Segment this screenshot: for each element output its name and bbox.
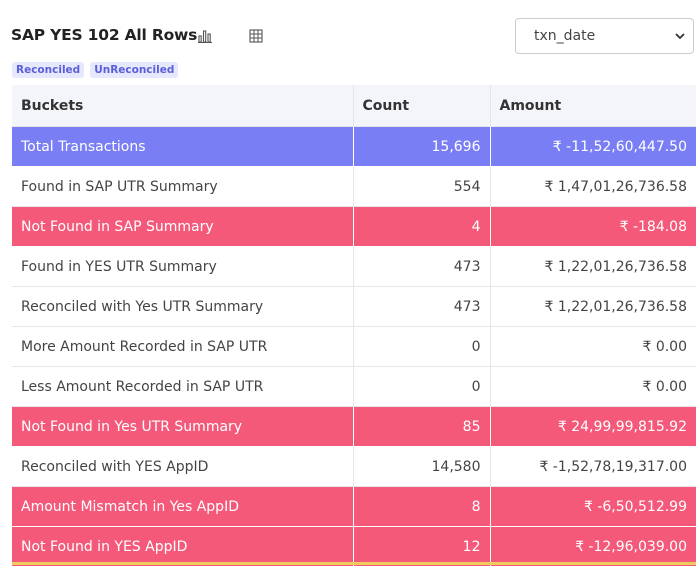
amount-cell: ₹ 1,22,01,26,736.58 <box>490 246 696 287</box>
table-row[interactable]: Reconciled with YES AppID 14,580 ₹ -1,52,7… <box>12 446 696 487</box>
amount-cell: ₹ 0.00 <box>490 326 696 367</box>
count-cell: 4 <box>353 206 491 247</box>
count-cell: 8 <box>353 486 491 527</box>
date-field-select[interactable]: txn_date <box>515 18 694 54</box>
count-cell: 15,696 <box>353 126 491 167</box>
select-value: txn_date <box>534 28 596 44</box>
tag-reconciled[interactable]: Reconciled <box>12 62 85 78</box>
table-row[interactable]: Found in SAP UTR Summary 554 ₹ 1,47,01,26,… <box>12 166 696 207</box>
bucket-cell: Less Amount Recorded in SAP UTR <box>12 366 354 407</box>
bucket-cell: Not Found in Yes UTR Summary <box>12 406 354 447</box>
bar-chart-icon[interactable] <box>196 27 214 45</box>
table-grid-icon[interactable] <box>247 27 265 45</box>
count-cell: 0 <box>353 366 491 407</box>
table-row[interactable]: More Amount Recorded in SAP UTR 0 ₹ 0.00 <box>12 326 696 367</box>
table-row[interactable]: Not Found in YES AppID 12 ₹ -12,96,039.00 <box>12 526 696 567</box>
amount-cell: ₹ -6,50,512.99 <box>490 486 696 527</box>
table-row[interactable]: Found in YES UTR Summary 473 ₹ 1,22,01,26,… <box>12 246 696 287</box>
count-cell: 12 <box>353 526 491 567</box>
count-cell: 85 <box>353 406 491 447</box>
amount-cell: ₹ -11,52,60,447.50 <box>490 126 696 167</box>
amount-cell: ₹ -1,52,78,19,317.00 <box>490 446 696 487</box>
bucket-cell: Amount Mismatch in Yes AppID <box>12 486 354 527</box>
count-cell: 473 <box>353 286 491 327</box>
amount-cell: ₹ -184.08 <box>490 206 696 247</box>
bucket-cell: Total Transactions <box>12 126 354 167</box>
page: SAP YES 102 All Rows txn_date Reconciled… <box>0 0 698 567</box>
bucket-cell: Found in YES UTR Summary <box>12 246 354 287</box>
column-header-amount[interactable]: Amount <box>490 85 696 127</box>
table-header-row: Buckets Count Amount <box>12 85 696 127</box>
amount-cell: ₹ -12,96,039.00 <box>490 526 696 567</box>
table-row[interactable]: Reconciled with Yes UTR Summary 473 ₹ 1,22… <box>12 286 696 327</box>
page-title: SAP YES 102 All Rows <box>11 26 198 44</box>
count-cell: 14,580 <box>353 446 491 487</box>
table-row[interactable]: Total Transactions 15,696 ₹ -11,52,60,447.… <box>12 126 696 167</box>
amount-cell: ₹ 24,99,99,815.92 <box>490 406 696 447</box>
count-cell: 473 <box>353 246 491 287</box>
bucket-cell: Not Found in SAP Summary <box>12 206 354 247</box>
bucket-cell: Not Found in YES AppID <box>12 526 354 567</box>
bucket-cell: Found in SAP UTR Summary <box>12 166 354 207</box>
amount-cell: ₹ 0.00 <box>490 366 696 407</box>
bucket-cell: More Amount Recorded in SAP UTR <box>12 326 354 367</box>
column-header-buckets[interactable]: Buckets <box>12 85 354 127</box>
chevron-down-icon <box>673 29 687 47</box>
table-body: Total Transactions 15,696 ₹ -11,52,60,447.… <box>12 126 696 567</box>
count-cell: 0 <box>353 326 491 367</box>
bucket-cell: Reconciled with YES AppID <box>12 446 354 487</box>
buckets-table: Buckets Count Amount Total Transactions 1… <box>12 85 696 567</box>
filter-tags: Reconciled UnReconciled <box>12 62 179 78</box>
tag-unreconciled[interactable]: UnReconciled <box>90 62 179 78</box>
amount-cell: ₹ 1,22,01,26,736.58 <box>490 286 696 327</box>
table-row[interactable]: Amount Mismatch in Yes AppID 8 ₹ -6,50,512… <box>12 486 696 527</box>
table-row[interactable]: Not Found in Yes UTR Summary 85 ₹ 24,99,99… <box>12 406 696 447</box>
table-row[interactable]: Less Amount Recorded in SAP UTR 0 ₹ 0.00 <box>12 366 696 407</box>
table-row[interactable]: Not Found in SAP Summary 4 ₹ -184.08 <box>12 206 696 247</box>
count-cell: 554 <box>353 166 491 207</box>
column-header-count[interactable]: Count <box>353 85 491 127</box>
bucket-cell: Reconciled with Yes UTR Summary <box>12 286 354 327</box>
amount-cell: ₹ 1,47,01,26,736.58 <box>490 166 696 207</box>
